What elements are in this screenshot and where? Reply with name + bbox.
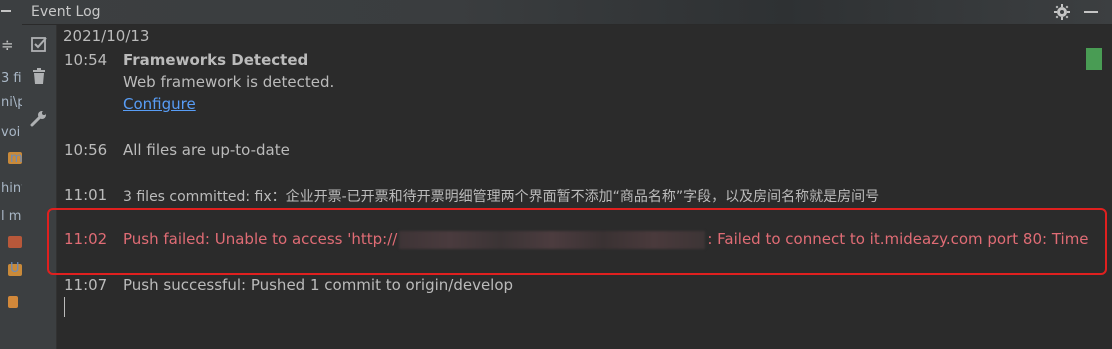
entry-time: 11:01	[64, 186, 108, 204]
event-log-toolbar	[22, 25, 57, 349]
strip-text-line: l m	[1, 209, 22, 224]
minimize-icon[interactable]	[1084, 11, 1098, 13]
entry-message-error: Push failed: Unable to access 'http:// : …	[123, 230, 1089, 249]
entry-message: All files are up-to-date	[123, 141, 290, 159]
log-date: 2021/10/13	[63, 27, 150, 45]
redacted-url	[399, 230, 706, 249]
event-log-titlebar: Event Log	[22, 0, 1112, 25]
strip-collapse-icon[interactable]: ≑	[0, 34, 22, 56]
error-message-prefix: Push failed: Unable to access 'http://	[123, 230, 398, 248]
strip-text-line: m	[10, 151, 22, 166]
entry-message: 3 files committed: fix：企业开票-已开票和待开票明细管理两…	[123, 189, 880, 205]
text-cursor	[64, 297, 65, 317]
strip-text-line: 3 fi	[1, 71, 22, 86]
file-icon	[8, 236, 22, 248]
left-editor-strip: ≑ 3 fi ni\p voi m hiny l m U	[0, 0, 23, 349]
wrench-icon[interactable]	[30, 109, 48, 127]
error-message-suffix: : Failed to connect to it.mideazy.com po…	[707, 230, 1089, 248]
entry-message: Push successful: Pushed 1 commit to orig…	[123, 276, 514, 294]
strip-text-line: voi	[1, 125, 21, 140]
configure-link[interactable]: Configure	[123, 95, 196, 113]
entry-time-error: 11:02	[64, 230, 108, 248]
strip-text-line: ni\p	[1, 95, 22, 110]
strip-minimize-icon	[0, 0, 22, 22]
mark-read-icon[interactable]	[30, 35, 48, 53]
trash-icon[interactable]	[30, 67, 48, 85]
entry-time: 11:07	[64, 276, 108, 294]
entry-time: 10:54	[64, 51, 108, 69]
status-marker	[1086, 48, 1102, 70]
strip-text-line: U	[10, 261, 20, 276]
window-title: Event Log	[31, 4, 101, 20]
entry-title: Frameworks Detected	[123, 51, 309, 69]
gear-icon[interactable]	[1054, 4, 1070, 20]
entry-message: Web framework is detected.	[123, 73, 335, 91]
file-icon	[8, 296, 18, 308]
event-log-content: 2021/10/13 10:54 Frameworks Detected Web…	[57, 25, 1112, 349]
strip-text-line: hiny	[1, 181, 22, 196]
entry-time: 10:56	[64, 141, 108, 159]
